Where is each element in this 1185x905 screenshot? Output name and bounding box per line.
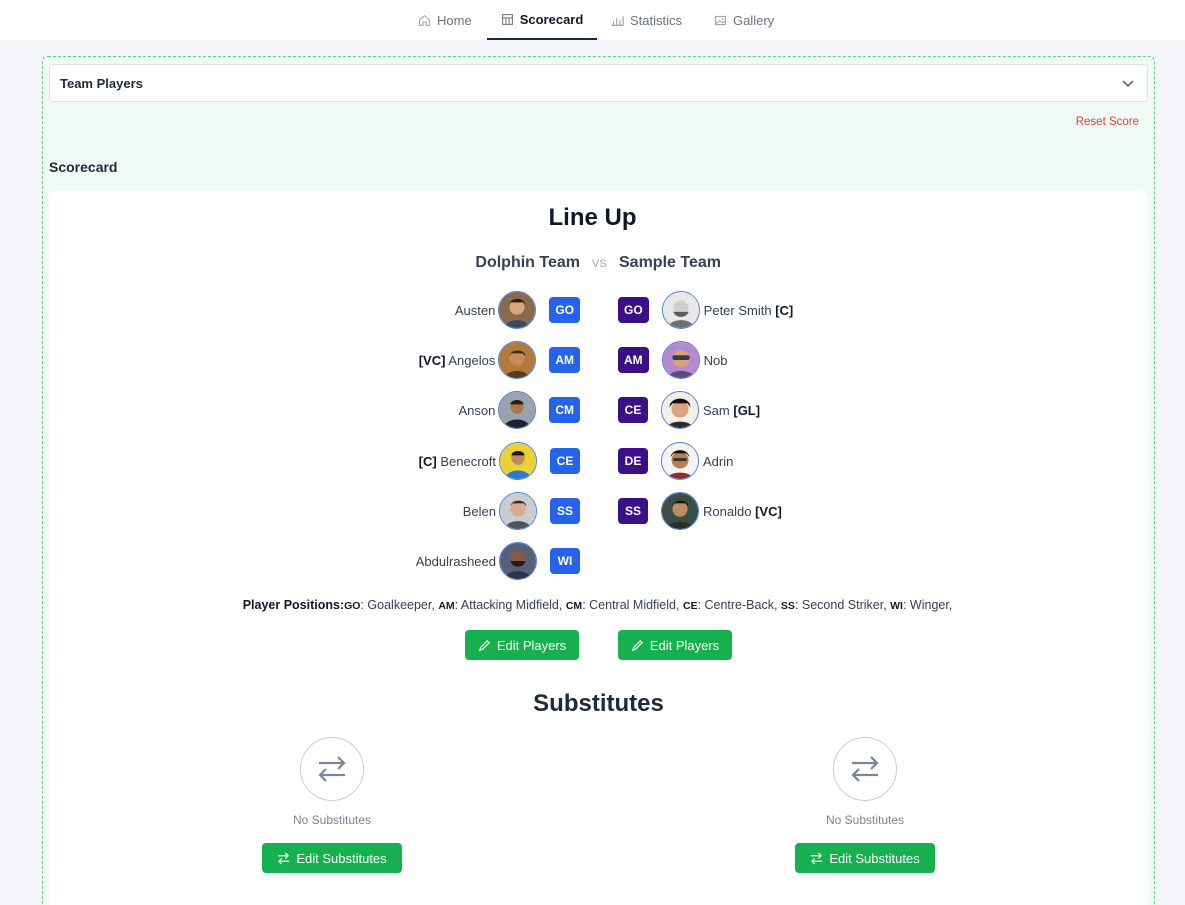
team-a-player-row: Austen GO	[455, 290, 580, 330]
position-badge: WI	[550, 548, 580, 574]
tab-gallery-label: Gallery	[733, 12, 775, 28]
position-badge: SS	[550, 498, 580, 524]
player-name: Ronaldo [VC]	[703, 503, 782, 519]
position-badge: AM	[618, 347, 649, 373]
player-avatar	[499, 442, 537, 480]
reset-score-link[interactable]: Reset Score	[1076, 116, 1139, 128]
player-name: Austen	[454, 302, 496, 318]
accordion-label: Team Players	[60, 75, 143, 91]
player-avatar	[661, 391, 699, 429]
team-a-player-row: [VC] Angelos AM	[419, 340, 580, 380]
edit-players-button-team-b[interactable]: Edit Players	[618, 630, 732, 660]
edit-substitutes-button-team-a[interactable]: Edit Substitutes	[262, 843, 402, 873]
lineup-title: Line Up	[548, 204, 637, 231]
team-a-player-row: [C] Benecroft CE	[419, 441, 580, 481]
player-name: Peter Smith [C]	[703, 302, 794, 318]
player-positions-legend: Player Positions:GO: Goalkeeper, AM: Att…	[242, 598, 953, 612]
chevron-down-icon	[1122, 80, 1134, 88]
swap-icon	[851, 756, 879, 782]
gallery-icon	[715, 15, 726, 25]
player-avatar	[499, 492, 537, 530]
tab-statistics-label: Statistics	[630, 12, 683, 28]
edit-players-label: Edit Players	[649, 637, 720, 653]
team-b-player-row: GO Peter Smith [C]	[618, 290, 793, 330]
team-b-player-row: DE Adrin	[618, 441, 733, 481]
edit-substitutes-label: Edit Substitutes	[296, 850, 387, 866]
position-badge: CE	[550, 448, 580, 474]
tab-statistics[interactable]: Statistics	[603, 0, 690, 40]
tab-home[interactable]: Home	[410, 0, 480, 40]
edit-players-button-team-a[interactable]: Edit Players	[465, 630, 579, 660]
player-avatar	[661, 492, 699, 530]
team-a-name: Dolphin Team	[475, 254, 580, 271]
team-a-player-row: Anson CM	[458, 390, 580, 430]
player-avatar	[498, 341, 537, 379]
top-navigation: Home Scorecard Statistics Gallery	[0, 0, 1185, 40]
swap-icon	[278, 852, 290, 864]
tab-scorecard-label: Scorecard	[519, 11, 584, 27]
no-substitutes-text: No Substitutes	[292, 813, 372, 827]
section-title: Scorecard	[49, 159, 118, 175]
position-badge: GO	[618, 297, 649, 323]
swap-icon-circle	[300, 737, 364, 801]
position-badge: CE	[618, 397, 648, 423]
edit-players-label: Edit Players	[496, 637, 567, 653]
player-name: Adrin	[703, 453, 734, 469]
tab-home-label: Home	[437, 12, 472, 28]
statistics-icon	[611, 15, 624, 26]
player-name: [VC] Angelos	[418, 352, 496, 368]
position-badge: AM	[549, 347, 580, 373]
team-a-player-row: Abdulrasheed WI	[416, 541, 580, 581]
edit-substitutes-button-team-b[interactable]: Edit Substitutes	[795, 843, 935, 873]
team-b-name: Sample Team	[619, 254, 721, 271]
player-avatar	[661, 341, 700, 379]
player-name: Abdulrasheed	[415, 553, 496, 569]
swap-icon-circle	[833, 737, 897, 801]
player-name: Anson	[458, 402, 496, 418]
position-badge: GO	[549, 297, 580, 323]
pencil-icon	[631, 639, 643, 651]
lineup-card	[49, 191, 1148, 905]
team-b-player-row: CE Sam [GL]	[618, 390, 760, 430]
player-avatar	[661, 442, 699, 480]
pencil-icon	[478, 639, 490, 651]
tab-gallery[interactable]: Gallery	[706, 0, 782, 40]
player-name: Sam [GL]	[703, 402, 761, 418]
swap-icon	[318, 756, 346, 782]
player-name: Nob	[703, 352, 728, 368]
player-name: [C] Benecroft	[418, 453, 496, 469]
player-avatar	[499, 542, 537, 580]
no-substitutes-text: No Substitutes	[825, 813, 905, 827]
position-badge: SS	[618, 498, 648, 524]
team-b-player-row: SS Ronaldo [VC]	[618, 491, 782, 531]
position-badge: CM	[549, 397, 580, 423]
player-avatar	[661, 291, 700, 329]
tab-scorecard[interactable]: Scorecard	[487, 0, 597, 40]
player-name: Belen	[462, 503, 496, 519]
edit-substitutes-label: Edit Substitutes	[829, 850, 920, 866]
position-badge: DE	[618, 448, 648, 474]
team-a-player-row: Belen SS	[463, 491, 580, 531]
player-avatar	[498, 391, 537, 429]
scorecard-icon	[501, 13, 513, 25]
substitutes-title: Substitutes	[533, 690, 664, 717]
team-players-accordion[interactable]: Team Players	[49, 64, 1148, 102]
team-b-player-row: AM Nob	[618, 340, 728, 380]
player-avatar	[498, 291, 537, 329]
home-icon	[419, 14, 430, 26]
vs-label: VS	[592, 258, 607, 270]
swap-icon	[811, 852, 823, 864]
